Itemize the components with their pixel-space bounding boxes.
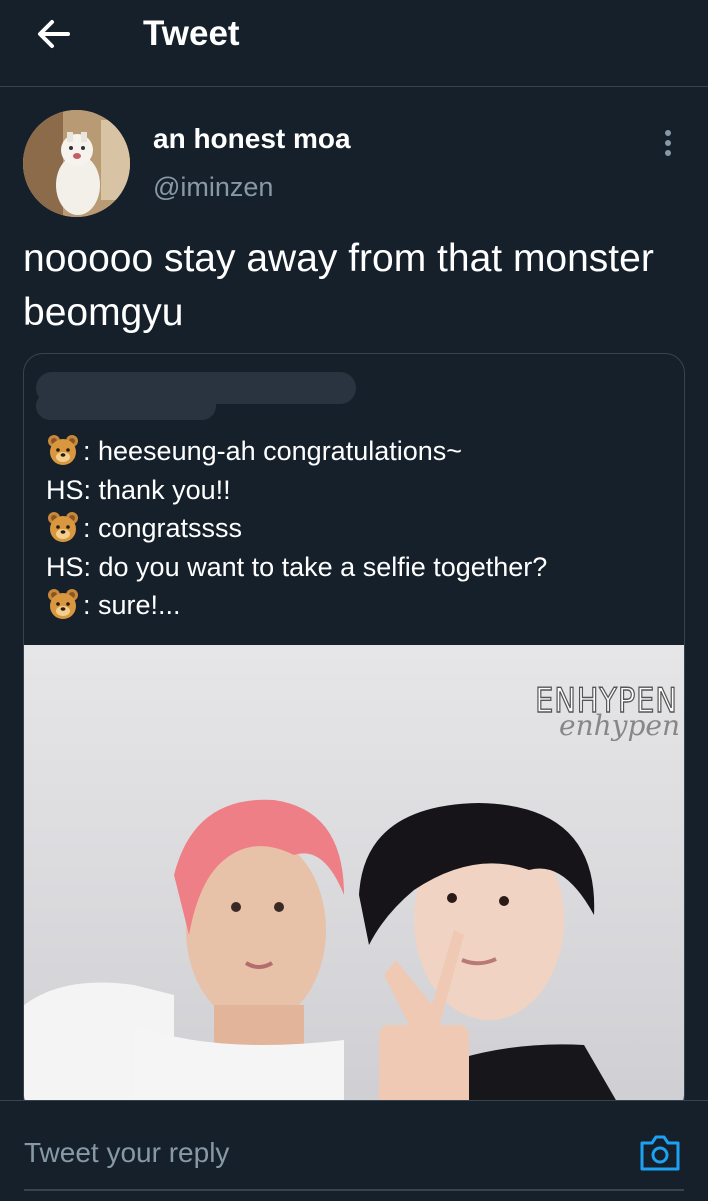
more-options-button[interactable] xyxy=(650,124,686,164)
quote-line: HS: do you want to take a selfie togethe… xyxy=(46,548,666,587)
quote-line-text: : heeseung-ah congratulations~ xyxy=(83,436,463,466)
quote-line: : heeseung-ah congratulations~ xyxy=(46,432,666,471)
reply-underline xyxy=(24,1189,684,1191)
avatar[interactable] xyxy=(23,110,130,217)
quote-line-text: : congratssss xyxy=(83,513,243,543)
more-vertical-icon xyxy=(665,130,671,156)
quote-line-text: : do you want to take a selfie together? xyxy=(83,551,548,582)
reply-bar: Tweet your reply xyxy=(0,1100,708,1201)
bear-emoji-icon xyxy=(46,587,80,621)
top-bar: Tweet xyxy=(0,0,708,87)
camera-icon xyxy=(640,1135,680,1171)
quote-line-speaker: HS xyxy=(46,474,84,505)
avatar-image xyxy=(23,110,130,217)
quote-line: HS: thank you!! xyxy=(46,471,666,510)
bear-emoji-icon xyxy=(46,510,80,544)
redacted-header-2 xyxy=(36,392,216,420)
quote-line-speaker: HS xyxy=(46,551,84,582)
bear-emoji-icon xyxy=(46,433,80,467)
quote-line-text: : sure!... xyxy=(83,590,181,620)
author-handle[interactable]: @iminzen xyxy=(153,172,273,203)
quoted-tweet[interactable]: : heeseung-ah congratulations~ HS: thank… xyxy=(23,353,685,1115)
quote-line: : sure!... xyxy=(46,586,666,625)
back-button[interactable] xyxy=(30,12,82,56)
tweet-text: nooooo stay away from that monster beomg… xyxy=(23,237,654,334)
quote-line: : congratssss xyxy=(46,509,666,548)
attached-photo[interactable]: ENHYPEN enhypen xyxy=(24,645,684,1114)
photo-watermark-script: enhypen xyxy=(559,709,680,742)
quote-line-text: : thank you!! xyxy=(83,474,231,505)
reply-input[interactable]: Tweet your reply xyxy=(24,1131,604,1175)
camera-button[interactable] xyxy=(636,1129,684,1177)
quoted-text: : heeseung-ah congratulations~ HS: thank… xyxy=(46,432,666,625)
author-name[interactable]: an honest moa xyxy=(153,123,351,155)
arrow-left-icon xyxy=(38,20,70,48)
page-title: Tweet xyxy=(143,14,240,53)
